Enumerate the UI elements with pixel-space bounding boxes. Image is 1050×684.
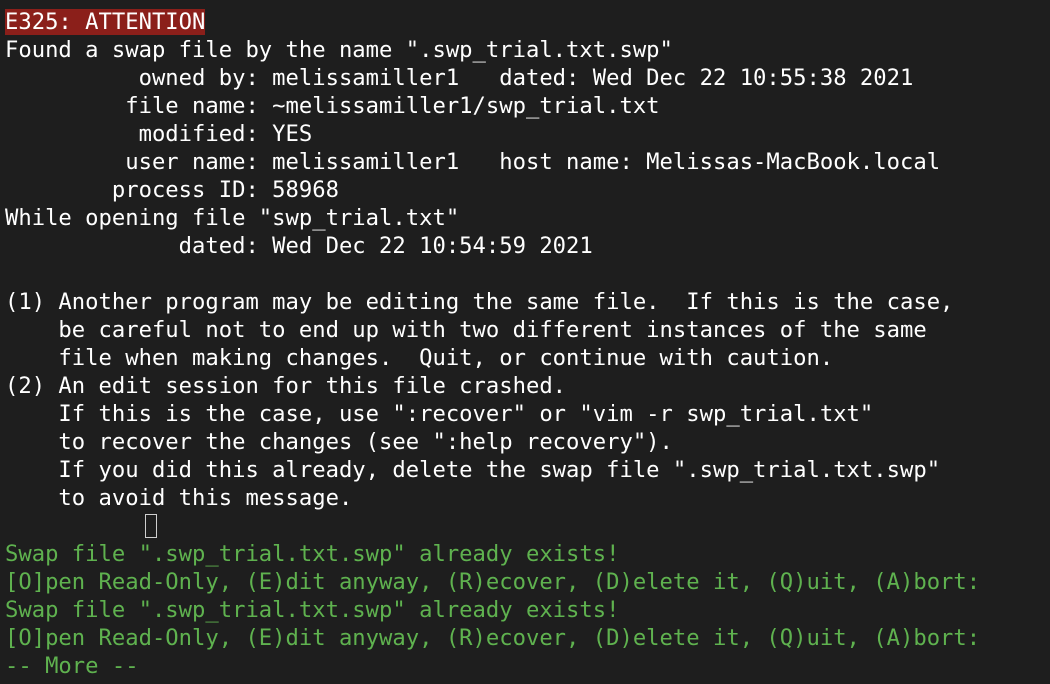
message-line: file when making changes. Quit, or conti…: [5, 345, 834, 371]
text-cursor: [145, 514, 157, 538]
message-line: process ID: 58968: [5, 177, 339, 203]
swap-warning-line: Swap file ".swp_trial.txt.swp" already e…: [5, 597, 620, 623]
message-line: user name: melissamiller1 host name: Mel…: [5, 149, 941, 175]
message-line: (2) An edit session for this file crashe…: [5, 373, 567, 399]
message-line: While opening file "swp_trial.txt": [5, 205, 460, 231]
cursor-line: [5, 512, 1050, 540]
message-line: If you did this already, delete the swap…: [5, 457, 941, 483]
more-prompt[interactable]: -- More --: [5, 652, 1050, 680]
message-line: If this is the case, use ":recover" or "…: [5, 401, 874, 427]
message-line: Found a swap file by the name ".swp_tria…: [5, 37, 673, 63]
choice-prompt-line[interactable]: [O]pen Read-Only, (E)dit anyway, (R)ecov…: [5, 624, 1050, 652]
error-tag: E325: ATTENTION: [5, 9, 206, 35]
error-line: E325: ATTENTION: [5, 8, 1050, 36]
message-line: to recover the changes (see ":help recov…: [5, 429, 673, 455]
message-line: dated: Wed Dec 22 10:54:59 2021: [5, 233, 593, 259]
swap-warning-line: Swap file ".swp_trial.txt.swp" already e…: [5, 541, 620, 567]
message-line: be careful not to end up with two differ…: [5, 317, 927, 343]
message-line: (1) Another program may be editing the s…: [5, 289, 954, 315]
message-line: file name: ~melissamiller1/swp_trial.txt: [5, 93, 660, 119]
message-line: to avoid this message.: [5, 485, 353, 511]
choice-prompt-line[interactable]: [O]pen Read-Only, (E)dit anyway, (R)ecov…: [5, 568, 1050, 596]
message-line: modified: YES: [5, 121, 313, 147]
terminal-window[interactable]: E325: ATTENTION Found a swap file by the…: [0, 0, 1050, 684]
message-line: owned by: melissamiller1 dated: Wed Dec …: [5, 65, 914, 91]
